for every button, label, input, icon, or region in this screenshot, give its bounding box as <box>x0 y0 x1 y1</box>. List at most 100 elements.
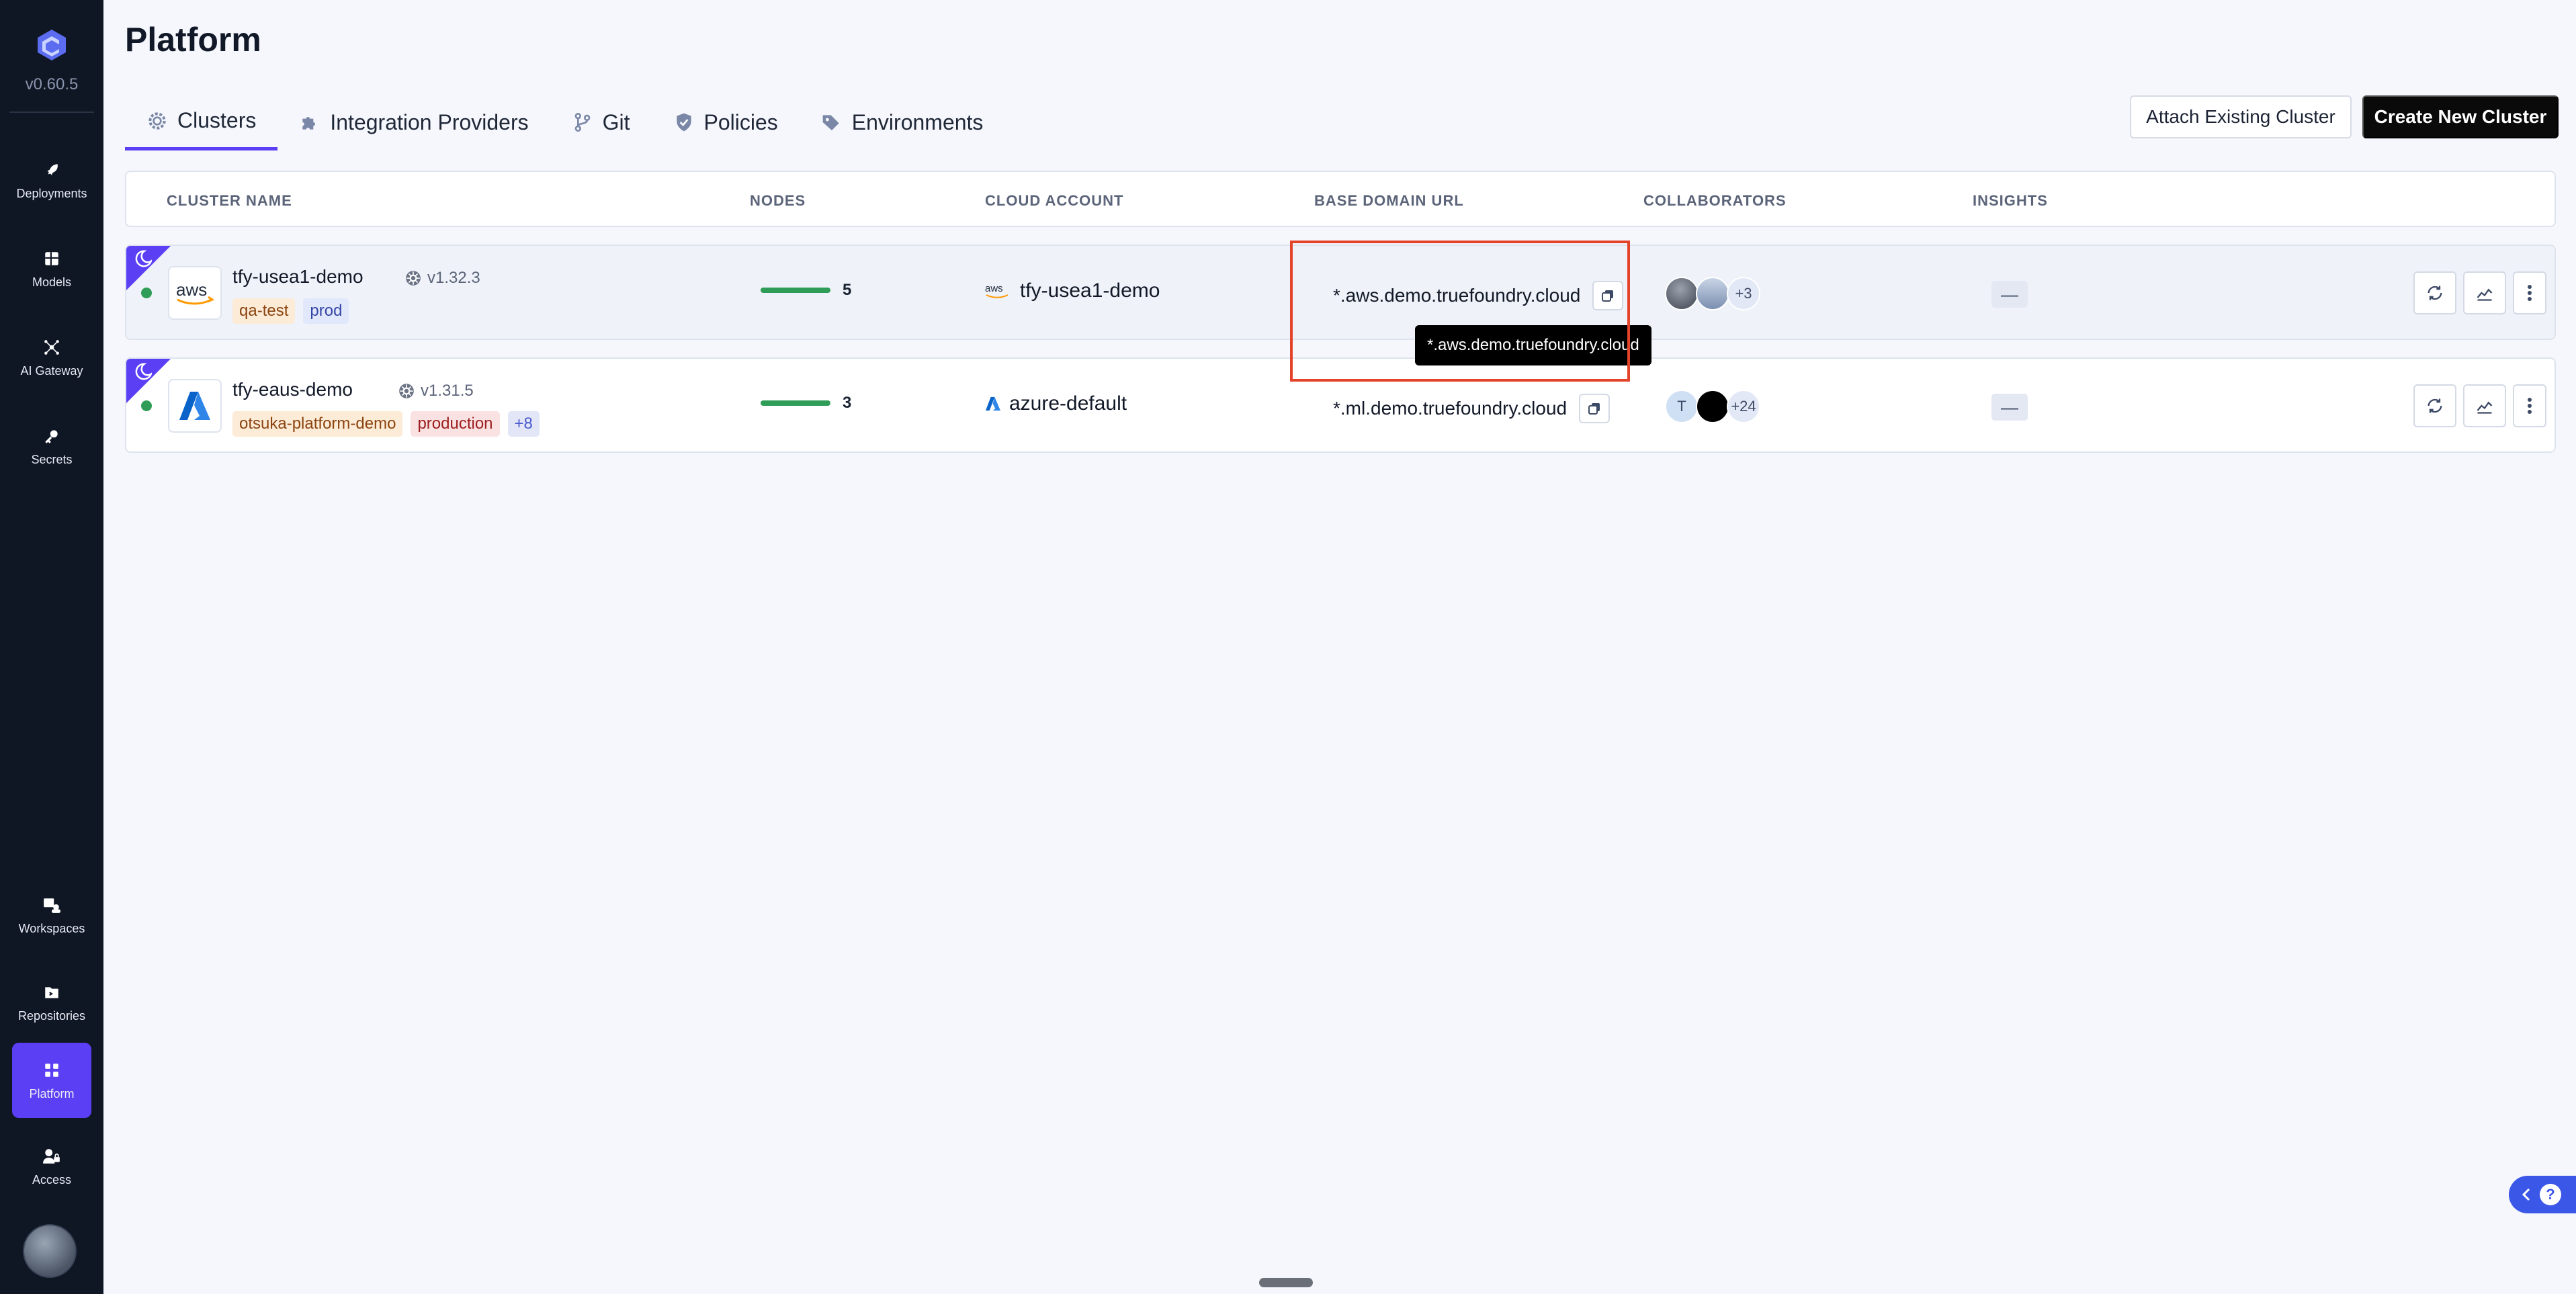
base-domain-cell: *.ml.demo.truefoundry.cloud <box>1333 394 1611 423</box>
tags-icon <box>822 115 839 130</box>
sidebar-item-label: Workspaces <box>18 921 85 935</box>
row-actions <box>2413 271 2546 314</box>
refresh-button[interactable] <box>2413 384 2456 427</box>
tag-list: otsuka-platform-demo production +8 <box>232 411 540 437</box>
sidebar-item-workspaces[interactable]: Workspaces <box>12 877 91 953</box>
moon-icon <box>135 363 152 380</box>
app-version: v0.60.5 <box>25 75 79 93</box>
tab-label: Integration Providers <box>330 110 529 134</box>
kebab-menu-icon <box>2528 398 2532 414</box>
sidebar-item-label: Repositories <box>17 1008 86 1023</box>
moon-icon <box>135 250 152 267</box>
highlight-box <box>1290 241 1630 382</box>
avatar <box>1696 390 1729 423</box>
sidebar-item-secrets[interactable]: Secrets <box>12 408 91 484</box>
k8s-version-text: v1.31.5 <box>421 382 474 400</box>
kebab-menu-icon <box>2528 285 2532 301</box>
aws-icon: aws <box>985 283 1008 298</box>
more-tags-badge[interactable]: +8 <box>507 411 540 437</box>
avatar: T <box>1665 390 1699 423</box>
row-actions <box>2413 384 2546 427</box>
copy-domain-button[interactable] <box>1579 394 1611 423</box>
sidebar-item-label: Access <box>32 1172 72 1187</box>
user-lock-icon <box>42 1146 62 1166</box>
attach-existing-cluster-button[interactable]: Attach Existing Cluster <box>2130 95 2352 138</box>
insights-cell: — <box>1991 394 2028 421</box>
insights-cell: — <box>1991 281 2028 308</box>
refresh-button[interactable] <box>2413 271 2456 314</box>
nodes-cell: 3 <box>761 394 851 413</box>
more-options-button[interactable] <box>2513 271 2546 314</box>
metrics-button[interactable] <box>2463 384 2506 427</box>
status-dot <box>141 400 152 411</box>
refresh-icon <box>2428 398 2442 413</box>
sidebar-item-access[interactable]: Access <box>12 1129 91 1204</box>
sidebar-item-repositories[interactable]: Repositories <box>12 965 91 1040</box>
nodes-count: 5 <box>843 281 852 299</box>
kubernetes-icon <box>399 384 414 398</box>
sidebar: v0.60.5 Deployments Models AI Gateway Se… <box>0 0 103 1294</box>
help-button[interactable]: ? <box>2509 1176 2576 1213</box>
kubernetes-icon <box>406 271 421 286</box>
tab-label: Environments <box>851 110 984 134</box>
chart-icon <box>2477 288 2493 301</box>
refresh-icon <box>2428 286 2442 300</box>
repository-icon <box>42 982 62 1002</box>
sidebar-item-models[interactable]: Models <box>12 231 91 306</box>
tab-label: Git <box>602 110 630 134</box>
page-title: Platform <box>125 21 261 58</box>
rocket-icon <box>42 160 62 180</box>
gateway-icon <box>42 337 62 357</box>
shield-icon <box>676 113 691 132</box>
main-content: Platform Clusters Integration Providers … <box>103 0 2576 1294</box>
tab-policies[interactable]: Policies <box>652 94 800 150</box>
collaborators-cell[interactable]: +3 <box>1665 277 1760 310</box>
create-new-cluster-button[interactable]: Create New Cluster <box>2362 95 2559 138</box>
column-header-cloud-account[interactable]: CLOUD ACCOUNT <box>985 192 1124 210</box>
column-header-nodes[interactable]: NODES <box>750 192 806 210</box>
column-header-insights[interactable]: INSIGHTS <box>1973 192 2048 210</box>
tag-chip: otsuka-platform-demo <box>232 411 403 437</box>
avatar <box>1665 277 1699 310</box>
column-header-cluster-name[interactable]: CLUSTER NAME <box>167 192 292 210</box>
tab-integration-providers[interactable]: Integration Providers <box>277 94 550 150</box>
sidebar-item-deployments[interactable]: Deployments <box>12 142 91 218</box>
azure-icon <box>985 396 1001 411</box>
cloud-account-cell: azure-default <box>985 392 1127 415</box>
copy-icon <box>1588 403 1600 415</box>
sidebar-item-platform[interactable]: Platform <box>12 1043 91 1118</box>
scroll-handle[interactable] <box>1259 1278 1313 1287</box>
cloud-account-name: tfy-usea1-demo <box>1020 279 1160 302</box>
column-header-collaborators[interactable]: COLLABORATORS <box>1643 192 1787 210</box>
base-domain-url: *.ml.demo.truefoundry.cloud <box>1333 398 1568 419</box>
tag-chip: production <box>411 411 500 437</box>
key-icon <box>42 426 62 446</box>
aws-logo-icon: aws <box>168 266 222 320</box>
k8s-version: v1.31.5 <box>398 382 474 400</box>
cluster-name-link[interactable]: tfy-eaus-demo <box>232 379 353 400</box>
cluster-name-link[interactable]: tfy-usea1-demo <box>232 266 363 288</box>
column-header-base-domain-url[interactable]: BASE DOMAIN URL <box>1314 192 1464 210</box>
chart-icon <box>2477 401 2493 414</box>
azure-logo-icon <box>168 379 222 433</box>
tag-chip: prod <box>303 298 349 324</box>
collaborators-cell[interactable]: T +24 <box>1665 390 1760 423</box>
tab-git[interactable]: Git <box>550 94 652 150</box>
collaborators-more-badge: +24 <box>1727 390 1760 423</box>
more-options-button[interactable] <box>2513 384 2546 427</box>
chevron-left-icon <box>2522 1188 2530 1201</box>
tab-environments[interactable]: Environments <box>800 94 1005 150</box>
svg-text:aws: aws <box>176 279 207 300</box>
avatar <box>1696 277 1729 310</box>
tag-chip: qa-test <box>232 298 296 324</box>
nodes-bar <box>761 288 830 293</box>
truefoundry-logo-icon[interactable] <box>35 28 69 62</box>
tab-label: Policies <box>703 110 778 134</box>
tab-clusters[interactable]: Clusters <box>125 94 278 150</box>
sidebar-item-label: Models <box>32 275 72 289</box>
cloud-account-name: azure-default <box>1009 392 1127 415</box>
sidebar-item-ai-gateway[interactable]: AI Gateway <box>12 320 91 395</box>
sidebar-item-label: AI Gateway <box>20 363 83 378</box>
metrics-button[interactable] <box>2463 271 2506 314</box>
user-avatar[interactable] <box>23 1224 77 1278</box>
